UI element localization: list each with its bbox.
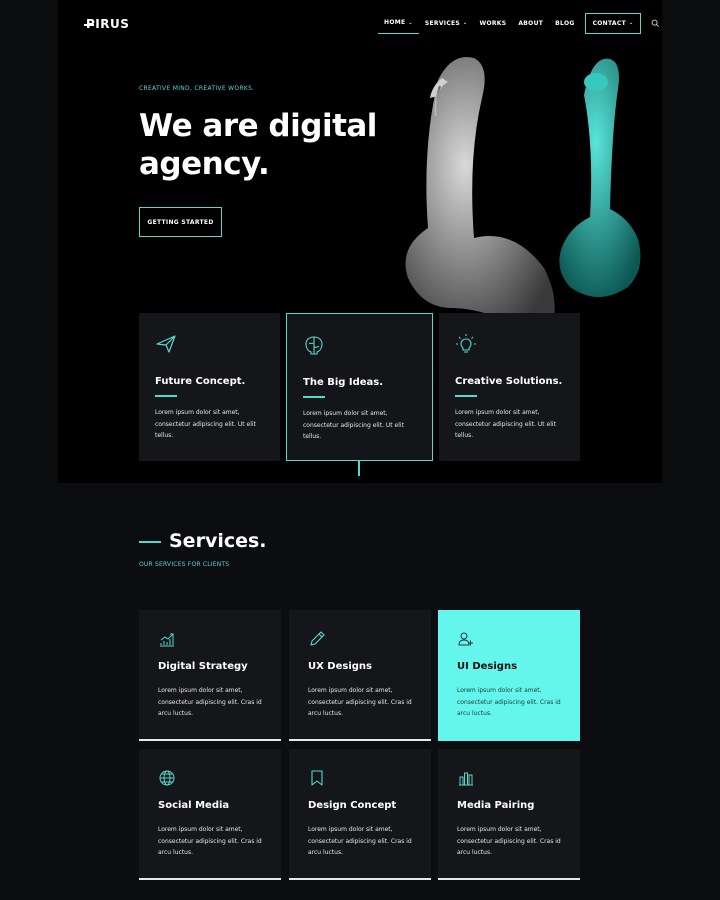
service-title: Media Pairing [457, 800, 535, 811]
bar-chart-icon [459, 772, 473, 786]
hero-section: PIRUS HOME ⌄ SERVICES ⌄ WORKS ABOUT BLOG C… [58, 0, 662, 483]
service-description: Lorem ipsum dolor sit amet, consectetur … [308, 687, 412, 717]
globe-icon [159, 770, 175, 786]
nav-item-blog[interactable]: BLOG [549, 13, 580, 34]
active-indicator [358, 461, 360, 476]
main-nav: HOME ⌄ SERVICES ⌄ WORKS ABOUT BLOG CONTACT… [378, 12, 660, 34]
service-card-social-media[interactable]: Social Media Lorem ipsum dolor sit amet,… [139, 749, 281, 880]
service-description: Lorem ipsum dolor sit amet, consectetur … [457, 687, 561, 717]
chevron-down-icon: ⌄ [408, 19, 413, 26]
service-card-media-pairing[interactable]: Media Pairing Lorem ipsum dolor sit amet… [438, 749, 580, 880]
service-description: Lorem ipsum dolor sit amet, consectetur … [158, 826, 262, 856]
chevron-down-icon: ⌄ [463, 20, 468, 26]
accent-divider [455, 395, 477, 397]
service-title: UX Designs [308, 661, 373, 672]
user-design-icon [458, 632, 473, 646]
getting-started-button[interactable]: GETTING STARTED [139, 207, 222, 237]
feature-description: Lorem ipsum dolor sit amet, consectetur … [455, 409, 556, 439]
services-title: Services. [169, 530, 267, 552]
service-title: Social Media [158, 800, 230, 811]
search-icon[interactable] [651, 19, 660, 28]
service-card-design-concept[interactable]: Design Concept Lorem ipsum dolor sit ame… [289, 749, 431, 880]
paper-plane-icon [156, 335, 176, 353]
lightbulb-icon [456, 334, 476, 353]
nav-item-contact[interactable]: CONTACT ⌄ [584, 12, 642, 34]
pencil-icon [310, 631, 325, 646]
accent-divider [155, 395, 177, 397]
nav-item-services[interactable]: SERVICES ⌄ [419, 13, 474, 34]
growth-chart-icon [160, 633, 174, 647]
brain-icon [305, 336, 323, 355]
feature-title: Future Concept. [155, 376, 246, 387]
service-title: UI Designs [457, 661, 518, 672]
service-title: Design Concept [308, 800, 397, 811]
service-description: Lorem ipsum dolor sit amet, consectetur … [158, 687, 262, 717]
nav-item-about[interactable]: ABOUT [512, 13, 549, 34]
page: PIRUS HOME ⌄ SERVICES ⌄ WORKS ABOUT BLOG C… [58, 0, 662, 900]
service-card-ui-designs[interactable]: UI Designs Lorem ipsum dolor sit amet, c… [438, 610, 580, 741]
services-subtitle: OUR SERVICES FOR CLIENTS [139, 561, 230, 568]
feature-card-big-ideas[interactable]: The Big Ideas. Lorem ipsum dolor sit ame… [286, 313, 433, 461]
feature-title: The Big Ideas. [303, 377, 384, 388]
chevron-down-icon: ⌄ [628, 20, 634, 26]
hero-tagline: CREATIVE MIND, CREATIVE WORKS. [139, 85, 255, 92]
service-card-digital-strategy[interactable]: Digital Strategy Lorem ipsum dolor sit a… [139, 610, 281, 741]
nav-item-home[interactable]: HOME ⌄ [378, 12, 419, 34]
feature-description: Lorem ipsum dolor sit amet, consectetur … [303, 410, 404, 440]
feature-description: Lorem ipsum dolor sit amet, consectetur … [155, 409, 256, 439]
services-section: Services. OUR SERVICES FOR CLIENTS Digit… [58, 483, 662, 900]
accent-divider [303, 396, 325, 398]
service-title: Digital Strategy [158, 661, 248, 672]
flamingo-image [405, 57, 641, 320]
bookmark-icon [311, 770, 323, 786]
service-description: Lorem ipsum dolor sit amet, consectetur … [457, 826, 561, 856]
feature-card-creative-solutions[interactable]: Creative Solutions. Lorem ipsum dolor si… [439, 313, 580, 461]
feature-card-future-concept[interactable]: Future Concept. Lorem ipsum dolor sit am… [139, 313, 280, 461]
feature-title: Creative Solutions. [455, 376, 563, 387]
service-card-ux-designs[interactable]: UX Designs Lorem ipsum dolor sit amet, c… [289, 610, 431, 741]
service-description: Lorem ipsum dolor sit amet, consectetur … [308, 826, 412, 856]
accent-divider [139, 541, 161, 543]
nav-item-works[interactable]: WORKS [474, 13, 513, 34]
logo[interactable]: PIRUS [84, 17, 129, 31]
